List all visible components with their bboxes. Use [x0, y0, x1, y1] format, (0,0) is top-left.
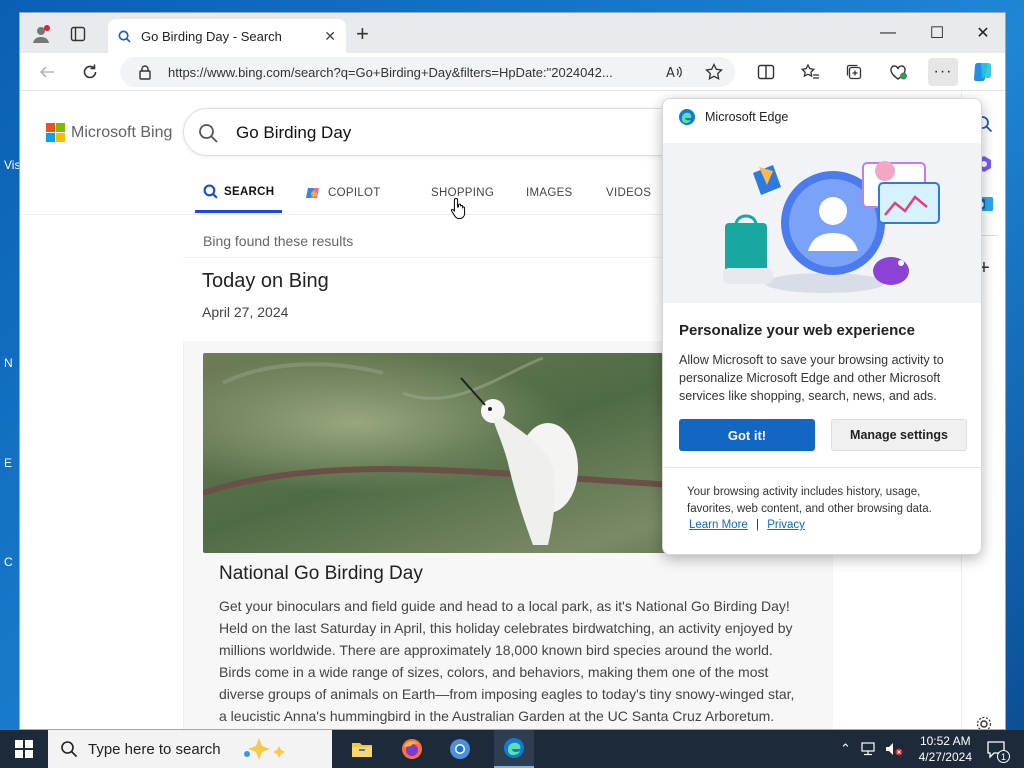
browser-window: Go Birding Day - Search ✕ + — ☐ ✕ https:…	[19, 12, 1006, 730]
dialog-title: Personalize your web experience	[679, 322, 915, 339]
lock-icon[interactable]	[138, 64, 152, 85]
tab-bar: Go Birding Day - Search ✕ + — ☐ ✕	[20, 13, 1005, 53]
sparkle-icon	[243, 738, 285, 760]
copilot-icon[interactable]	[971, 60, 995, 84]
privacy-link[interactable]: Privacy	[767, 519, 805, 531]
maximize-button[interactable]: ☐	[914, 19, 960, 47]
settings-gear-icon[interactable]	[973, 713, 995, 729]
today-title: Today on Bing	[202, 270, 329, 292]
tab-label: IMAGES	[526, 187, 573, 199]
search-box[interactable]: Go Birding Day	[183, 108, 693, 156]
dialog-header: Microsoft Edge	[678, 108, 788, 126]
network-icon[interactable]	[861, 742, 877, 756]
file-explorer-icon[interactable]	[348, 735, 376, 763]
search-icon	[118, 30, 131, 43]
edge-logo-icon	[679, 109, 695, 125]
more-menu-button[interactable]: ···	[928, 58, 958, 86]
notifications-icon[interactable]: 1	[982, 735, 1010, 763]
tab-videos[interactable]: VIDEOS	[606, 173, 651, 213]
svg-text:A: A	[666, 66, 675, 81]
search-icon	[203, 184, 218, 199]
chevron-up-icon[interactable]: ⌃	[840, 741, 851, 757]
tab-active[interactable]: Go Birding Day - Search ✕	[108, 19, 346, 53]
dialog-brand: Microsoft Edge	[705, 110, 789, 124]
edge-taskbar-icon[interactable]	[494, 730, 534, 768]
collections-icon[interactable]	[842, 60, 866, 84]
copilot-icon	[306, 188, 319, 198]
desktop-icon-label[interactable]: C	[4, 555, 13, 569]
personalize-illustration	[663, 143, 981, 303]
personalize-dialog: Microsoft Edge Personalize your web expe…	[662, 98, 982, 555]
more-icon: ···	[933, 63, 953, 80]
logo-text: Microsoft Bing	[71, 123, 173, 141]
system-tray: ⌃	[840, 730, 903, 768]
tab-label: COPILOT	[328, 187, 381, 199]
back-icon[interactable]	[35, 60, 59, 84]
tab-copilot[interactable]: COPILOT	[305, 173, 381, 213]
clock-date: 4/27/2024	[918, 750, 972, 764]
desktop-icon-label[interactable]: E	[4, 456, 12, 470]
tab-actions-icon[interactable]	[67, 23, 89, 45]
close-window-button[interactable]: ✕	[960, 19, 1005, 47]
clock-time: 10:52 AM	[919, 734, 971, 748]
firefox-icon[interactable]	[398, 735, 426, 763]
tab-label: SEARCH	[224, 185, 275, 198]
dialog-divider	[663, 467, 981, 468]
split-screen-icon[interactable]	[754, 60, 778, 84]
tab-label: VIDEOS	[606, 187, 652, 199]
address-bar[interactable]: https://www.bing.com/search?q=Go+Birding…	[120, 57, 735, 87]
dialog-description: Allow Microsoft to save your browsing ac…	[679, 353, 944, 403]
article-body: Get your binoculars and field guide and …	[219, 598, 795, 724]
edge-icon	[504, 738, 524, 758]
new-tab-button[interactable]: +	[356, 23, 369, 45]
got-it-button[interactable]: Got it!	[679, 419, 815, 451]
dialog-links: Learn More | Privacy	[689, 519, 805, 531]
dialog-note: Your browsing activity includes history,…	[687, 486, 932, 515]
desktop-icon-label[interactable]: N	[4, 356, 13, 370]
notification-count: 1	[997, 750, 1010, 763]
read-aloud-icon[interactable]: A	[665, 63, 683, 86]
link-separator: |	[756, 519, 760, 531]
url-text: https://www.bing.com/search?q=Go+Birding…	[168, 65, 613, 80]
learn-more-link[interactable]: Learn More	[689, 519, 748, 531]
favorite-star-icon[interactable]	[705, 62, 723, 86]
windows-logo-icon	[15, 740, 33, 758]
microsoft-logo-icon	[46, 123, 65, 142]
chrome-icon[interactable]	[446, 735, 474, 763]
bing-logo[interactable]: Microsoft Bing	[46, 123, 172, 142]
desktop-icon-label[interactable]: Vis	[4, 158, 20, 172]
volume-muted-icon[interactable]	[885, 742, 903, 756]
favorites-icon[interactable]	[798, 60, 822, 84]
search-icon[interactable]	[198, 123, 218, 148]
taskbar-search-placeholder: Type here to search	[88, 740, 221, 758]
search-icon	[61, 741, 78, 758]
search-input[interactable]: Go Birding Day	[236, 123, 351, 143]
hand-cursor-icon	[450, 197, 468, 224]
taskbar-clock[interactable]: 10:52 AM 4/27/2024	[919, 733, 972, 765]
article-title[interactable]: National Go Birding Day	[219, 563, 423, 585]
refresh-icon[interactable]	[78, 60, 102, 84]
browser-essentials-icon[interactable]	[886, 60, 910, 84]
tab-search[interactable]: SEARCH	[195, 173, 283, 213]
close-icon[interactable]: ✕	[324, 28, 336, 45]
manage-settings-button[interactable]: Manage settings	[831, 419, 967, 451]
results-summary: Bing found these results	[203, 233, 354, 249]
taskbar: Type here to search ⌃ 10:52 AM 4/27/2024…	[0, 730, 1024, 768]
minimize-button[interactable]: —	[865, 19, 911, 47]
taskbar-search[interactable]: Type here to search	[48, 730, 332, 768]
start-button[interactable]	[10, 735, 38, 763]
tab-title: Go Birding Day - Search	[141, 28, 282, 44]
profile-icon[interactable]	[30, 23, 52, 45]
browser-toolbar: https://www.bing.com/search?q=Go+Birding…	[20, 53, 1005, 91]
today-date: April 27, 2024	[202, 304, 289, 320]
tab-images[interactable]: IMAGES	[526, 173, 573, 213]
